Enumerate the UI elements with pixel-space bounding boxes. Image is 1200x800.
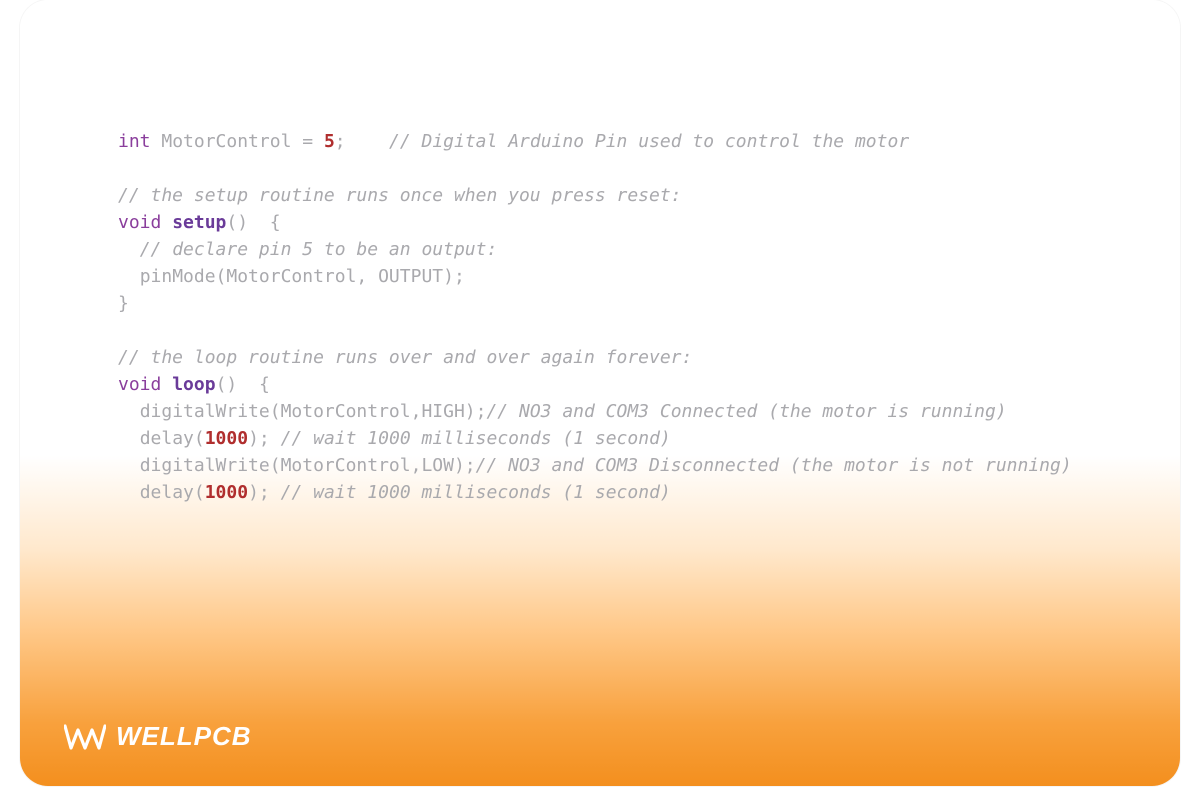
call-digitalwrite-high: digitalWrite(MotorControl,HIGH); bbox=[140, 401, 487, 422]
comment-setup: // the setup routine runs once when you … bbox=[118, 185, 682, 206]
identifier-motorcontrol: MotorControl bbox=[161, 131, 291, 152]
keyword-int: int bbox=[118, 131, 151, 152]
call-digitalwrite-low: digitalWrite(MotorControl,LOW); bbox=[140, 455, 476, 476]
keyword-void: void bbox=[118, 212, 161, 233]
code-line: digitalWrite(MotorControl,HIGH);// NO3 a… bbox=[118, 401, 1007, 422]
comment: // wait 1000 milliseconds (1 second) bbox=[281, 428, 671, 449]
code-line-loop-decl: void loop() { bbox=[118, 374, 270, 395]
call-pinmode: pinMode(MotorControl, OUTPUT); bbox=[140, 266, 465, 287]
keyword-void: void bbox=[118, 374, 161, 395]
brace-close: } bbox=[118, 293, 129, 314]
comment: // wait 1000 milliseconds (1 second) bbox=[281, 482, 671, 503]
comment: // NO3 and COM3 Disconnected (the motor … bbox=[476, 455, 1072, 476]
call-delay: delay( bbox=[140, 482, 205, 503]
code-line-setup-decl: void setup() { bbox=[118, 212, 281, 233]
code-line: delay(1000); // wait 1000 milliseconds (… bbox=[118, 428, 671, 449]
function-loop: loop bbox=[172, 374, 215, 395]
code-block: int MotorControl = 5; // Digital Arduino… bbox=[118, 128, 1090, 506]
number-5: 5 bbox=[324, 131, 335, 152]
code-line: delay(1000); // wait 1000 milliseconds (… bbox=[118, 482, 671, 503]
number-1000: 1000 bbox=[205, 482, 248, 503]
comment: // NO3 and COM3 Connected (the motor is … bbox=[486, 401, 1006, 422]
brand-logo: WELLPCB bbox=[64, 721, 252, 752]
code-card: int MotorControl = 5; // Digital Arduino… bbox=[20, 0, 1180, 786]
logo-mark-icon bbox=[64, 722, 106, 752]
code-line: // declare pin 5 to be an output: bbox=[118, 239, 497, 260]
function-setup: setup bbox=[172, 212, 226, 233]
call-delay: delay( bbox=[140, 428, 205, 449]
logo-text: WELLPCB bbox=[116, 721, 252, 752]
comment: // declare pin 5 to be an output: bbox=[140, 239, 498, 260]
code-line-1: int MotorControl = 5; // Digital Arduino… bbox=[118, 131, 909, 152]
number-1000: 1000 bbox=[205, 428, 248, 449]
comment: // Digital Arduino Pin used to control t… bbox=[389, 131, 909, 152]
comment-loop: // the loop routine runs over and over a… bbox=[118, 347, 692, 368]
code-line: pinMode(MotorControl, OUTPUT); bbox=[118, 266, 465, 287]
code-line: digitalWrite(MotorControl,LOW);// NO3 an… bbox=[118, 455, 1072, 476]
